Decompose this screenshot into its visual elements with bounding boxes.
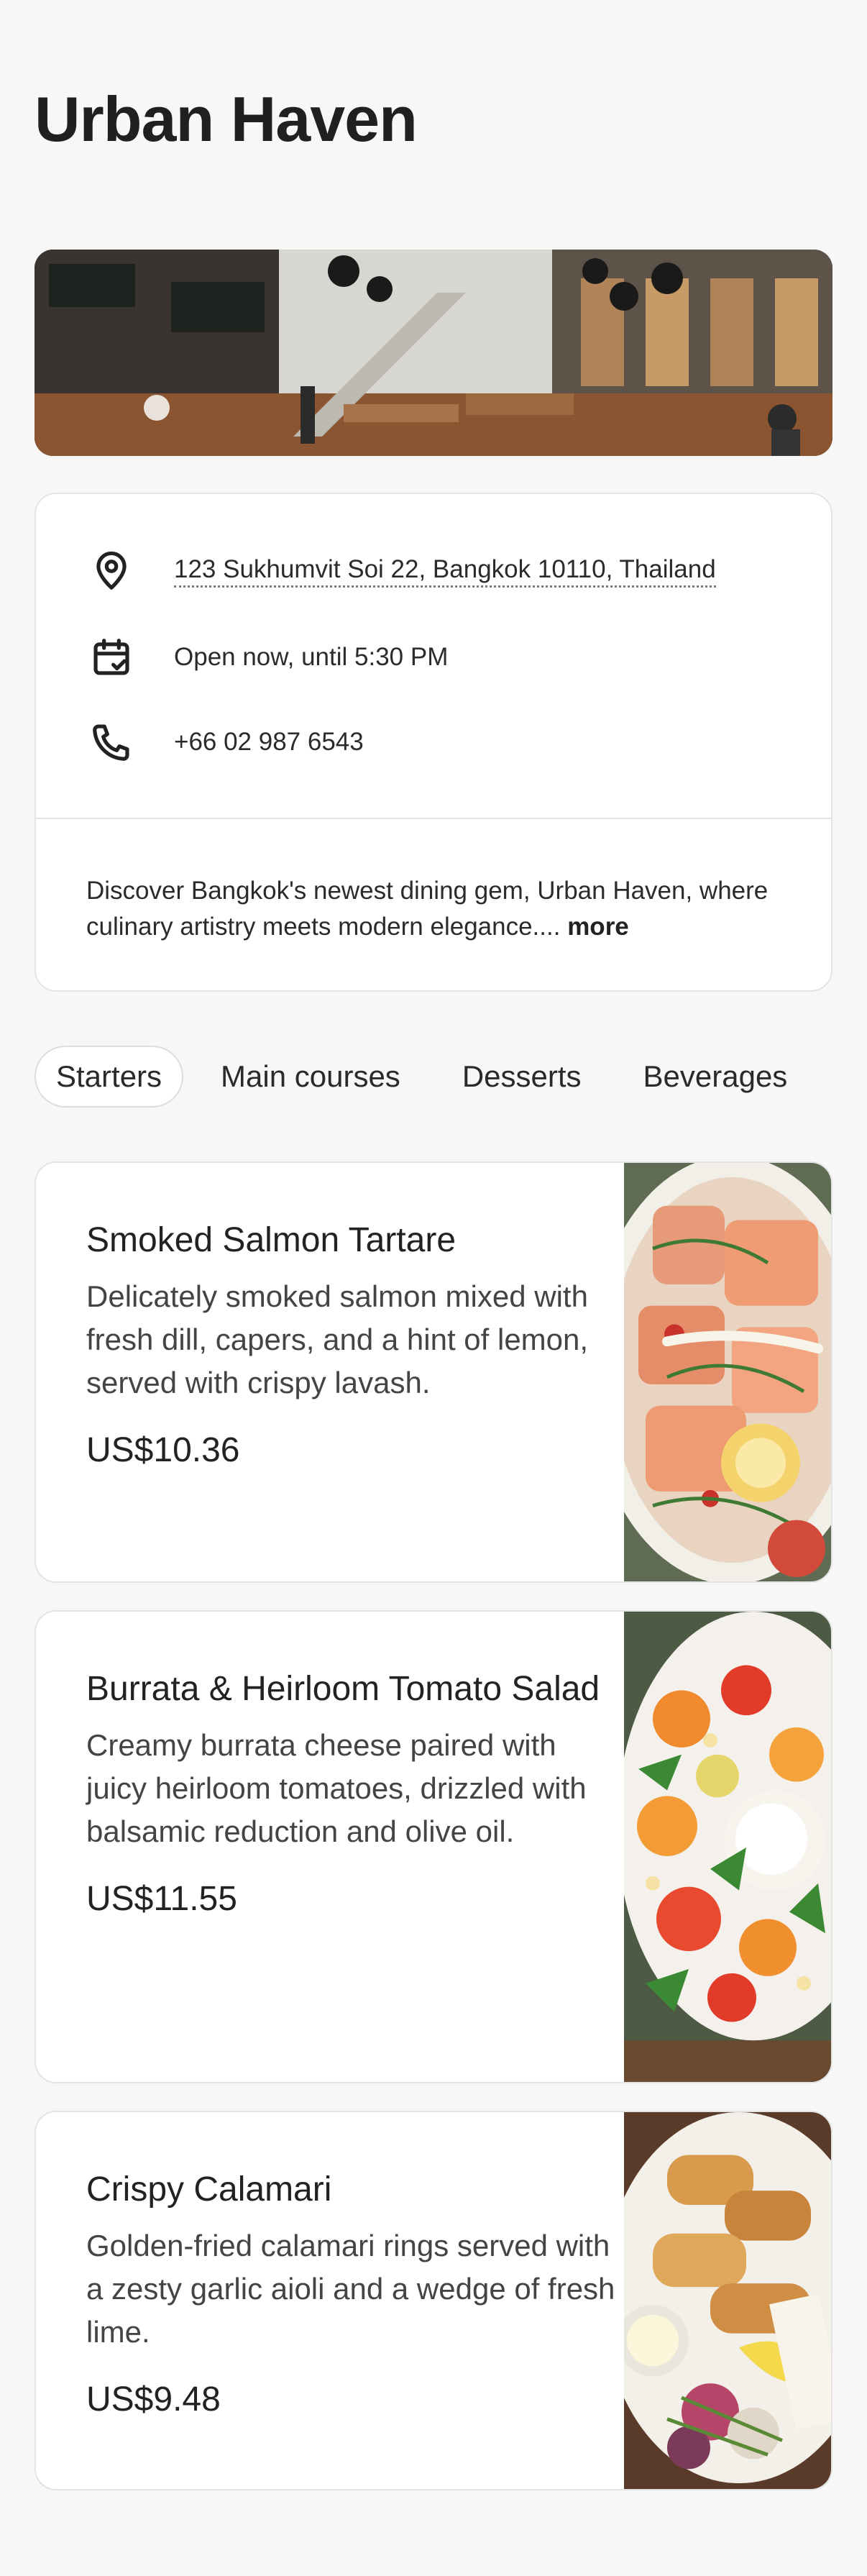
- tab-starters[interactable]: Starters: [35, 1046, 184, 1107]
- menu-item-name: Crispy Calamari: [86, 2170, 332, 2209]
- address-link[interactable]: 123 Sukhumvit Soi 22, Bangkok 10110, Tha…: [174, 555, 716, 588]
- menu-item-content: Crispy Calamari Golden-fried calamari ri…: [86, 2164, 618, 2419]
- phone-icon: [86, 717, 137, 767]
- restaurant-hero-image: [35, 250, 832, 456]
- menu-category-tabs: Starters Main courses Desserts Beverages: [35, 1044, 829, 1109]
- more-link[interactable]: more: [567, 913, 629, 941]
- menu-item-name: Burrata & Heirloom Tomato Salad: [86, 1670, 600, 1708]
- menu-item-card[interactable]: Crispy Calamari Golden-fried calamari ri…: [35, 2111, 832, 2490]
- opening-hours: Open now, until 5:30 PM: [174, 643, 449, 671]
- menu-item-content: Smoked Salmon Tartare Delicately smoked …: [86, 1215, 618, 1470]
- restaurant-description: Discover Bangkok's newest dining gem, Ur…: [86, 873, 791, 945]
- tab-beverages[interactable]: Beverages: [623, 1046, 808, 1107]
- restaurant-info-card: 123 Sukhumvit Soi 22, Bangkok 10110, Tha…: [35, 493, 832, 992]
- location-pin-icon: [86, 546, 137, 596]
- description-text: Discover Bangkok's newest dining gem, Ur…: [86, 877, 769, 941]
- info-divider: [36, 818, 831, 819]
- menu-item-description: Delicately smoked salmon mixed with fres…: [86, 1279, 589, 1399]
- menu-item-card[interactable]: Burrata & Heirloom Tomato Salad Creamy b…: [35, 1610, 832, 2083]
- menu-item-image: [624, 1163, 831, 1581]
- menu-item-price: US$10.36: [86, 1431, 240, 1469]
- menu-item-price: US$9.48: [86, 2380, 221, 2419]
- hours-row: Open now, until 5:30 PM: [86, 632, 448, 682]
- menu-item-image: [624, 1612, 831, 2082]
- menu-item-content: Burrata & Heirloom Tomato Salad Creamy b…: [86, 1663, 618, 1919]
- menu-item-description: Creamy burrata cheese paired with juicy …: [86, 1728, 587, 1848]
- tab-main-courses[interactable]: Main courses: [201, 1046, 421, 1107]
- menu-item-price: US$11.55: [86, 1880, 237, 1918]
- phone-number[interactable]: +66 02 987 6543: [174, 728, 364, 757]
- menu-item-card[interactable]: Smoked Salmon Tartare Delicately smoked …: [35, 1161, 832, 1583]
- restaurant-title: Urban Haven: [35, 83, 418, 155]
- menu-item-description: Golden-fried calamari rings served with …: [86, 2229, 615, 2349]
- restaurant-page: Urban Haven 123 Sukhumvit Soi 22, Bangko…: [0, 0, 867, 2576]
- calendar-check-icon: [86, 632, 137, 682]
- menu-item-name: Smoked Salmon Tartare: [86, 1221, 457, 1259]
- phone-row[interactable]: +66 02 987 6543: [86, 717, 364, 767]
- menu-item-image: [624, 2112, 831, 2489]
- address-row[interactable]: 123 Sukhumvit Soi 22, Bangkok 10110, Tha…: [86, 546, 716, 596]
- tab-desserts[interactable]: Desserts: [442, 1046, 602, 1107]
